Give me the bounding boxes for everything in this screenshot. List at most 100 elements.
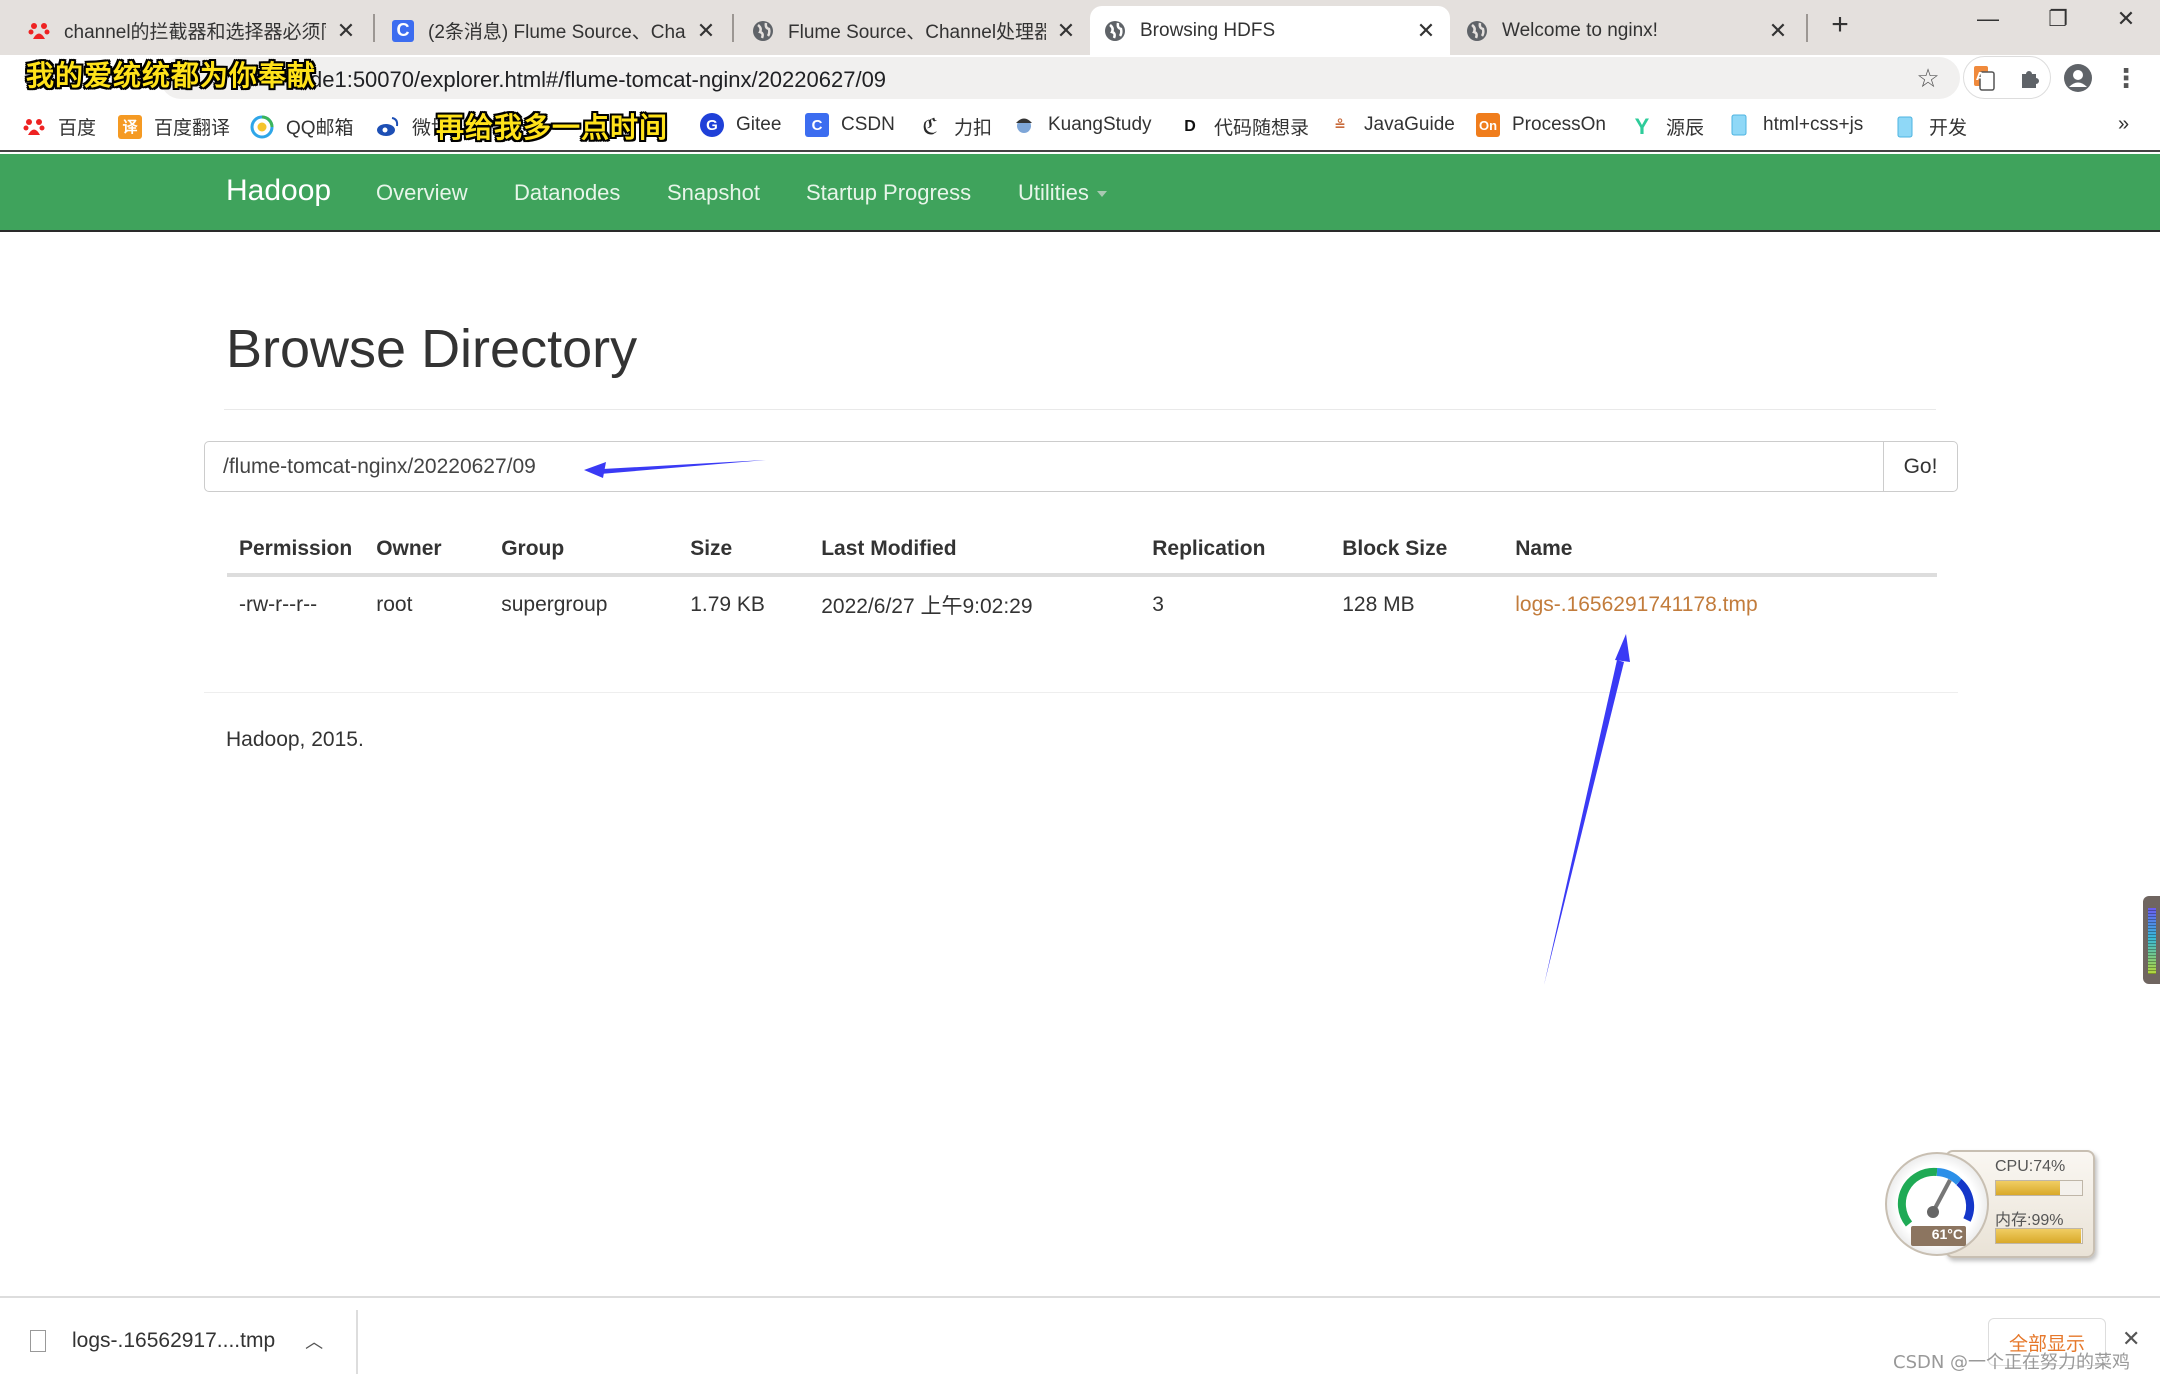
globe-icon xyxy=(752,20,774,42)
cell-last-modified: 2022/6/27 上午9:02:29 xyxy=(821,595,1033,618)
column-header-name[interactable]: Name xyxy=(1503,525,1937,577)
yuanchen-icon: Y xyxy=(1634,113,1650,139)
download-item[interactable]: logs-.16562917....tmp ︿ xyxy=(30,1316,323,1366)
weibo-icon xyxy=(376,115,400,139)
close-tab-icon[interactable]: ✕ xyxy=(1416,18,1436,44)
profile-avatar-icon[interactable] xyxy=(2062,62,2094,94)
bookmarks-overflow-button[interactable]: » xyxy=(2118,113,2129,136)
translate-extension-icon[interactable]: A xyxy=(1968,62,2000,94)
bookmark-label: ProcessOn xyxy=(1512,114,1606,135)
new-tab-button[interactable]: + xyxy=(1820,8,1860,42)
bookmark-gitee[interactable]: G Gitee xyxy=(700,113,781,137)
bookmark-leetcode[interactable]: ℭ 力扣 xyxy=(918,113,992,140)
table-row: -rw-r--r-- root supergroup 1.79 KB 2022/… xyxy=(227,575,1937,633)
nav-overview[interactable]: Overview xyxy=(376,180,468,206)
file-name-link[interactable]: logs-.1656291741178.tmp xyxy=(1515,593,1757,616)
column-header-size[interactable]: Size xyxy=(678,525,810,577)
bookmark-label: KuangStudy xyxy=(1048,114,1152,135)
level-meter-icon xyxy=(2148,908,2156,974)
cell-name: logs-.1656291741178.tmp xyxy=(1503,575,1937,633)
nav-snapshot[interactable]: Snapshot xyxy=(667,180,760,206)
system-monitor-widget[interactable]: 61°C CPU:74% 内存:99% xyxy=(1885,1150,2095,1260)
cell-group: supergroup xyxy=(501,593,608,616)
tab-separator xyxy=(732,14,734,42)
close-tab-icon[interactable]: ✕ xyxy=(696,18,716,44)
cell-size: 1.79 KB xyxy=(690,593,765,616)
tab-welcome-nginx[interactable]: Welcome to nginx! ✕ xyxy=(1452,6,1802,55)
column-header-permission[interactable]: Permission xyxy=(227,525,365,577)
hadoop-navbar: Hadoop Overview Datanodes Snapshot Start… xyxy=(0,154,2160,232)
page-title: Browse Directory xyxy=(226,319,638,379)
browser-toolbar: de1:50070/explorer.html#/flume-tomcat-ng… xyxy=(0,55,2160,102)
close-window-button[interactable]: ✕ xyxy=(2106,6,2146,32)
bookmark-label: 力扣 xyxy=(954,118,993,139)
address-bar[interactable]: de1:50070/explorer.html#/flume-tomcat-ng… xyxy=(160,57,1960,99)
close-tab-icon[interactable]: ✕ xyxy=(1056,18,1076,44)
globe-icon xyxy=(1466,20,1488,42)
minimize-window-button[interactable]: — xyxy=(1968,6,2008,32)
baidu-paw-icon xyxy=(22,115,46,139)
csdn-icon: C xyxy=(392,19,414,42)
tab-title: channel的拦截器和选择器必须同 xyxy=(64,22,326,43)
divider xyxy=(204,692,1958,693)
nav-startup-progress[interactable]: Startup Progress xyxy=(806,180,971,206)
hadoop-brand-link[interactable]: Hadoop xyxy=(226,174,331,208)
folder-icon xyxy=(1727,113,1751,137)
qq-mail-icon xyxy=(250,115,274,139)
tab-flume-source-csdn[interactable]: C (2条消息) Flume Source、Chan ✕ xyxy=(378,6,730,55)
bookmark-csdn[interactable]: C CSDN xyxy=(805,113,895,137)
baidu-translate-icon: 译 xyxy=(118,114,142,139)
path-input-group: Go! xyxy=(204,441,1958,492)
column-header-owner[interactable]: Owner xyxy=(364,525,490,577)
cell-owner: root xyxy=(376,593,413,616)
divider xyxy=(356,1310,358,1374)
column-header-block-size[interactable]: Block Size xyxy=(1330,525,1504,577)
bookmark-folder-html-css-js[interactable]: html+css+js xyxy=(1727,113,1863,137)
memory-usage-bar xyxy=(1995,1228,2083,1244)
close-tab-icon[interactable]: ✕ xyxy=(336,18,356,44)
bookmark-label: 百度 xyxy=(58,118,97,139)
bookmark-baidu[interactable]: 百度 xyxy=(22,113,96,140)
bookmark-star-icon[interactable]: ☆ xyxy=(1912,62,1944,94)
cell-permission: -rw-r--r-- xyxy=(239,593,318,616)
nav-utilities-dropdown[interactable]: Utilities xyxy=(1018,180,1107,206)
bookmark-daimasuixianglu[interactable]: D 代码随想录 xyxy=(1178,113,1309,140)
tab-channel-interceptor[interactable]: channel的拦截器和选择器必须同 ✕ xyxy=(14,6,370,55)
tab-separator xyxy=(1806,14,1808,42)
cpu-usage-fill xyxy=(1996,1181,2060,1195)
close-tab-icon[interactable]: ✕ xyxy=(1768,18,1788,44)
csdn-icon: C xyxy=(805,113,829,137)
file-icon xyxy=(30,1330,46,1352)
tab-browsing-hdfs[interactable]: Browsing HDFS ✕ xyxy=(1090,6,1450,55)
bookmark-javaguide[interactable]: ≗ JavaGuide xyxy=(1328,113,1455,137)
url-text[interactable]: de1:50070/explorer.html#/flume-tomcat-ng… xyxy=(310,67,886,93)
go-button[interactable]: Go! xyxy=(1883,442,1957,491)
tab-title: Browsing HDFS xyxy=(1140,19,1276,41)
column-header-group[interactable]: Group xyxy=(489,525,679,577)
restore-window-button[interactable]: ❐ xyxy=(2038,6,2078,32)
extensions-puzzle-icon[interactable] xyxy=(2014,62,2046,94)
chevron-up-icon[interactable]: ︿ xyxy=(305,1328,323,1354)
floating-side-handle[interactable] xyxy=(2143,896,2160,984)
browser-menu-kebab-icon[interactable]: ⋮ xyxy=(2110,62,2142,94)
bookmark-kuangstudy[interactable]: KuangStudy xyxy=(1012,113,1152,137)
chevron-down-icon xyxy=(1096,191,1107,198)
baidu-paw-icon xyxy=(28,20,50,42)
javaguide-icon: ≗ xyxy=(1334,116,1346,133)
directory-path-input[interactable] xyxy=(205,442,1883,491)
table-header-row: Permission Owner Group Size Last Modifie… xyxy=(227,525,1937,577)
column-header-last-modified[interactable]: Last Modified xyxy=(809,525,1141,577)
tab-title: (2条消息) Flume Source、Chan xyxy=(428,22,686,43)
nav-datanodes[interactable]: Datanodes xyxy=(514,180,620,206)
nav-utilities-label: Utilities xyxy=(1018,180,1089,205)
bookmark-label: 代码随想录 xyxy=(1214,118,1310,139)
tab-flume-source-channel[interactable]: Flume Source、Channel处理器 ✕ xyxy=(738,6,1090,55)
bookmark-yuanchen[interactable]: Y 源辰 xyxy=(1630,113,1704,140)
bookmark-label: html+css+js xyxy=(1763,114,1864,135)
bookmark-processon[interactable]: On ProcessOn xyxy=(1476,113,1606,137)
csdn-watermark: CSDN @一个正在努力的菜鸡 xyxy=(1893,1352,2131,1373)
bookmark-qq-mail[interactable]: QQ邮箱 xyxy=(250,113,354,140)
column-header-replication[interactable]: Replication xyxy=(1140,525,1331,577)
bookmark-folder-kaifa[interactable]: 开发 xyxy=(1893,113,1967,140)
bookmark-baidu-translate[interactable]: 译 百度翻译 xyxy=(118,113,230,140)
